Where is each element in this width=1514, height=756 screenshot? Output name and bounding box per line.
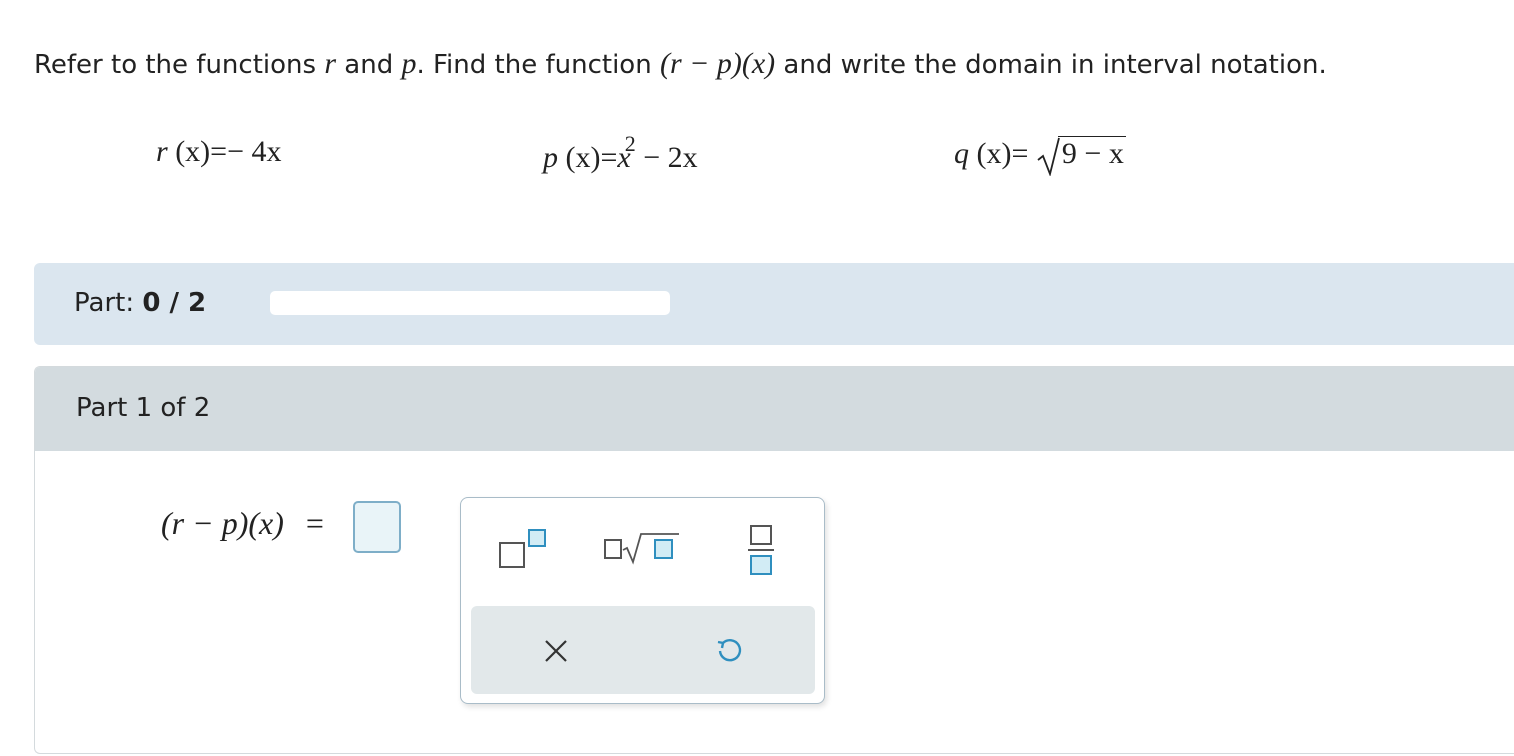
progress-section: Part: 0 / 2 <box>34 263 1514 345</box>
function-r: r (x)=− 4x <box>156 135 282 168</box>
function-q: q (x)= 9 − x <box>954 134 1126 176</box>
part-progress-value: 0 / 2 <box>142 288 207 318</box>
prompt-and: and <box>344 50 394 80</box>
answer-expression: (r − p)(x) = <box>161 505 324 542</box>
question-prompt: Refer to the functions r and p. Find the… <box>34 40 1327 89</box>
function-p: p (x)=x2 − 2x <box>543 131 698 174</box>
part-title: Part 1 of 2 <box>76 393 211 423</box>
part-progress-label: Part: 0 / 2 <box>74 288 207 318</box>
palette-actions <box>471 606 815 694</box>
answer-lhs: (r − p)(x) <box>161 505 284 541</box>
part-header: Part 1 of 2 <box>35 367 1514 451</box>
prompt-outro: and write the domain in interval notatio… <box>783 50 1327 80</box>
fraction-icon[interactable] <box>747 522 775 582</box>
math-palette <box>460 497 825 704</box>
clear-icon[interactable] <box>543 638 569 668</box>
sqrt-radical: 9 − x <box>1036 134 1126 176</box>
answer-equals: = <box>305 505 324 541</box>
sqrt-icon[interactable] <box>601 528 681 572</box>
undo-icon[interactable] <box>714 636 744 670</box>
prompt-intro: Refer to the functions <box>34 50 317 80</box>
prompt-var-p: p <box>401 47 417 80</box>
prompt-var-r: r <box>324 47 337 80</box>
superscript-icon[interactable] <box>497 526 551 576</box>
progress-bar <box>270 291 670 315</box>
radical-sign-icon <box>1037 137 1060 176</box>
answer-input[interactable] <box>353 501 401 553</box>
prompt-mid: . Find the function <box>416 50 652 80</box>
prompt-expression: (r − p)(x) <box>659 47 776 80</box>
part-panel: Part 1 of 2 (r − p)(x) = <box>34 366 1514 754</box>
